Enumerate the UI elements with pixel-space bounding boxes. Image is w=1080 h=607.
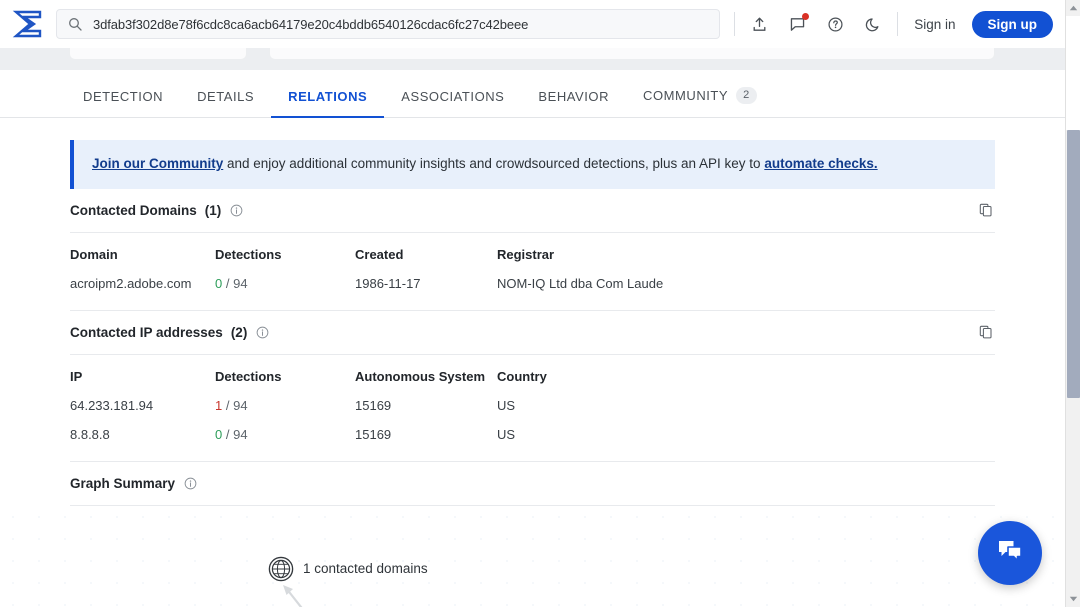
scrollbar-up-arrow[interactable] xyxy=(1066,0,1080,16)
contacted-domains-panel: Contacted Domains (1) Domain Detections … xyxy=(70,189,995,300)
tab-detection[interactable]: DETECTION xyxy=(70,89,180,117)
chat-bubbles-icon xyxy=(994,535,1026,572)
header-icon-group xyxy=(749,13,883,34)
column-header-created: Created xyxy=(355,246,404,262)
tab-label: RELATIONS xyxy=(288,89,368,104)
tab-behavior[interactable]: BEHAVIOR xyxy=(521,89,626,117)
search-icon xyxy=(67,16,83,32)
cell-asn: 15169 xyxy=(355,426,392,442)
cell-ip[interactable]: 8.8.8.8 xyxy=(70,427,110,442)
tab-label: COMMUNITY xyxy=(643,87,729,103)
graph-summary-title: Graph Summary xyxy=(70,475,176,491)
contacted-ips-panel: Contacted IP addresses (2) IP Detections… xyxy=(70,311,995,451)
automate-checks-link[interactable]: automate checks. xyxy=(764,156,877,171)
help-icon[interactable] xyxy=(825,14,845,34)
tab-bar: DETECTION DETAILS RELATIONS ASSOCIATIONS… xyxy=(0,70,1065,118)
scrollbar-thumb[interactable] xyxy=(1067,130,1080,398)
vertical-scrollbar[interactable] xyxy=(1065,0,1080,607)
contacted-ips-count: (2) xyxy=(230,324,248,340)
cell-detections-total: / 94 xyxy=(225,275,248,291)
graph-canvas[interactable]: 1 contacted domains xyxy=(0,505,1065,607)
join-community-link[interactable]: Join our Community xyxy=(92,156,223,171)
table-row[interactable]: acroipm2.adobe.com 0 / 94 1986-11-17 NOM… xyxy=(70,271,995,300)
contacted-domains-node-icon xyxy=(268,556,294,582)
community-banner: Join our Community and enjoy additional … xyxy=(70,140,995,189)
sign-up-button[interactable]: Sign up xyxy=(971,10,1053,38)
cell-country: US xyxy=(497,397,516,413)
header-divider-left xyxy=(734,12,736,36)
cell-detections-total: / 94 xyxy=(225,426,248,442)
info-icon[interactable] xyxy=(255,325,269,339)
search-input[interactable] xyxy=(93,16,710,32)
tab-label: BEHAVIOR xyxy=(538,89,610,104)
tab-label: DETAILS xyxy=(197,89,255,104)
contacted-domains-title: Contacted Domains xyxy=(70,202,197,218)
contacted-domains-header: Contacted Domains (1) xyxy=(70,189,995,233)
dark-mode-icon[interactable] xyxy=(863,14,883,34)
cell-created: 1986-11-17 xyxy=(355,275,421,291)
column-header-registrar: Registrar xyxy=(497,246,555,262)
tab-community-badge: 2 xyxy=(736,86,757,104)
upload-icon[interactable] xyxy=(749,14,769,34)
cell-detections-count: 0 xyxy=(215,275,223,291)
column-header-detections: Detections xyxy=(215,368,282,384)
cell-detections-count: 0 xyxy=(215,426,223,442)
contacted-ips-title: Contacted IP addresses xyxy=(70,324,223,340)
tab-relations[interactable]: RELATIONS xyxy=(271,89,385,118)
tab-associations[interactable]: ASSOCIATIONS xyxy=(384,89,521,117)
copy-icon[interactable] xyxy=(977,201,995,219)
virustotal-sigma-logo[interactable] xyxy=(8,7,48,41)
info-icon[interactable] xyxy=(183,476,197,490)
info-icon[interactable] xyxy=(229,203,243,217)
column-header-country: Country xyxy=(497,368,547,384)
top-header: Sign in Sign up xyxy=(0,0,1065,48)
graph-node-label: 1 contacted domains xyxy=(303,561,428,577)
column-header-asn: Autonomous System xyxy=(355,368,486,384)
graph-summary-header: Graph Summary xyxy=(70,462,995,506)
tab-label: ASSOCIATIONS xyxy=(401,89,505,104)
contacted-ips-header: Contacted IP addresses (2) xyxy=(70,311,995,355)
table-header-row: IP Detections Autonomous System Country xyxy=(70,355,995,393)
contacted-domains-count: (1) xyxy=(204,202,222,218)
cell-asn: 15169 xyxy=(355,397,392,413)
tab-community[interactable]: COMMUNITY 2 xyxy=(626,86,774,117)
scrollbar-track-top[interactable] xyxy=(1066,16,1080,130)
sign-in-link[interactable]: Sign in xyxy=(914,17,955,32)
cell-detections-total: / 94 xyxy=(225,397,248,413)
scrollbar-down-arrow[interactable] xyxy=(1066,591,1080,607)
contacted-domains-table: Domain Detections Created Registrar acro… xyxy=(70,233,995,300)
header-divider-right xyxy=(897,12,899,36)
cell-domain[interactable]: acroipm2.adobe.com xyxy=(70,276,191,291)
table-header-row: Domain Detections Created Registrar xyxy=(70,233,995,271)
search-bar[interactable] xyxy=(56,9,721,39)
cell-country: US xyxy=(497,426,516,442)
column-header-ip: IP xyxy=(70,368,83,384)
graph-edge-arrow xyxy=(283,584,303,607)
contacted-ips-table: IP Detections Autonomous System Country … xyxy=(70,355,995,451)
chat-support-button[interactable] xyxy=(978,521,1042,585)
cell-registrar: NOM-IQ Ltd dba Com Laude xyxy=(497,275,664,291)
copy-icon[interactable] xyxy=(977,323,995,341)
graph-node-contacted-domains[interactable]: 1 contacted domains xyxy=(268,556,428,582)
tab-label: DETECTION xyxy=(83,89,164,104)
main-content: DETECTION DETAILS RELATIONS ASSOCIATIONS… xyxy=(0,70,1065,607)
banner-text: and enjoy additional community insights … xyxy=(223,156,765,171)
table-row[interactable]: 8.8.8.8 0 / 94 15169 US xyxy=(70,422,995,451)
notification-badge-dot xyxy=(802,13,810,20)
column-header-domain: Domain xyxy=(70,246,118,262)
cell-ip[interactable]: 64.233.181.94 xyxy=(70,398,153,413)
tab-details[interactable]: DETAILS xyxy=(180,89,271,117)
column-header-detections: Detections xyxy=(215,246,282,262)
cell-detections-count: 1 xyxy=(215,397,223,413)
table-row[interactable]: 64.233.181.94 1 / 94 15169 US xyxy=(70,393,995,422)
comment-icon[interactable] xyxy=(787,13,810,34)
graph-summary-panel: Graph Summary xyxy=(70,462,995,506)
scrolled-cards-strip xyxy=(0,32,1065,70)
